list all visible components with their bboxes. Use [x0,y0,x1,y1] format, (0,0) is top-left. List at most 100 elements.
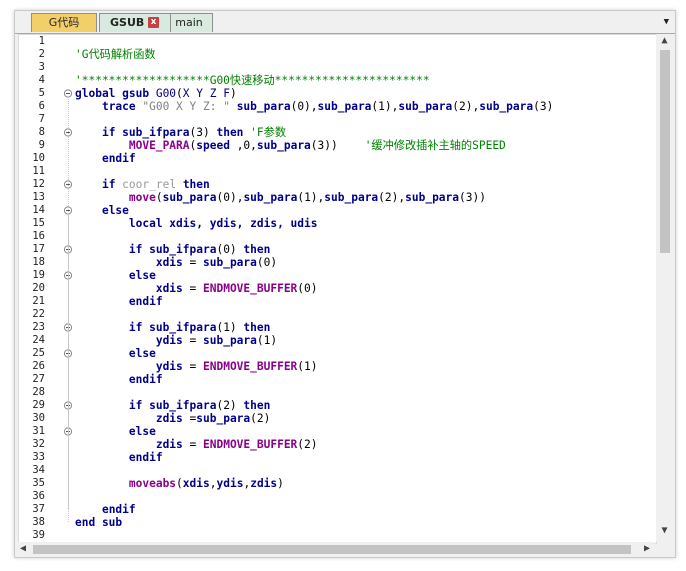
code-token: sub_para [405,191,460,204]
vertical-scrollbar[interactable]: ▲ ▼ [656,34,673,542]
code-line[interactable]: 27 endif [19,373,656,386]
code-line[interactable]: 2 'G代码解析函数 [19,48,656,61]
code-token: = [182,282,203,295]
code-line[interactable]: 1 [19,35,656,48]
code-line[interactable]: 12 if coor_rel then [19,178,656,191]
code-editor[interactable]: 1 2 'G代码解析函数 3 4 '*******************G00快速移动*… [18,34,657,544]
code-token: zdis [155,438,183,451]
line-number: 11 [32,165,45,177]
line-number: 29 [32,399,45,411]
code-token: coor_rel [122,178,177,191]
code-line[interactable]: 30 zdis =sub_para(2) [19,412,656,425]
code-line[interactable]: 7 [19,113,656,126]
code-line[interactable]: 4 '*******************G00快速移动************… [19,74,656,87]
code-token: then [243,243,271,256]
code-token: , [209,477,217,490]
code-line[interactable]: 8 if sub_ifpara(3) then 'F参数 [19,126,656,139]
code-line[interactable]: 22 [19,308,656,321]
code-line[interactable]: 34 [19,464,656,477]
code-token: ) [277,477,284,490]
line-number: 10 [32,152,45,164]
code-line[interactable]: 17 if sub_ifpara(0) then [19,243,656,256]
code-line[interactable]: 14 else [19,204,656,217]
code-token: sub_para [324,191,379,204]
code-line[interactable]: 6 trace "G00 X Y Z: " sub_para(0),sub_pa… [19,100,656,113]
code-token: else [101,204,129,217]
code-text: ydis = sub_para(1) [75,334,277,347]
fold-guide [68,435,69,457]
code-token: zdis [250,477,278,490]
close-icon[interactable]: x [148,17,159,28]
code-token: global gsub [75,87,156,100]
line-number: 31 [32,425,45,437]
code-line[interactable]: 26 ydis = ENDMOVE_BUFFER(1) [19,360,656,373]
code-line[interactable]: 24 ydis = sub_para(1) [19,334,656,347]
horizontal-scrollbar[interactable]: ◀ ▶ [18,542,655,556]
tab-main[interactable]: main [165,13,213,32]
code-line[interactable]: 38 end sub [19,516,656,529]
code-line[interactable]: 33 endif [19,451,656,464]
code-token: = [182,412,197,425]
code-line[interactable]: 13 move(sub_para(0),sub_para(1),sub_para… [19,191,656,204]
code-line[interactable]: 23 if sub_ifpara(1) then [19,321,656,334]
code-token: '缓冲修改插补主轴的SPEED [364,139,506,152]
tab-gsub[interactable]: GSUB x [99,13,171,32]
code-text: MOVE_PARA(speed ,0,sub_para(3)) '缓冲修改插补主… [75,139,506,152]
line-number: 37 [32,503,45,515]
code-line[interactable]: 3 [19,61,656,74]
code-line[interactable]: 37 endif [19,503,656,516]
scroll-up-icon[interactable]: ▲ [656,35,673,46]
code-token: (3)) [459,191,486,204]
code-token: if sub_ifpara [128,321,217,334]
code-line[interactable]: 9 MOVE_PARA(speed ,0,sub_para(3)) '缓冲修改插… [19,139,656,152]
code-token: ) [229,87,237,100]
code-token: 'F参数 [250,126,287,139]
code-line[interactable]: 36 [19,490,656,503]
code-line[interactable]: 31 else [19,425,656,438]
code-token: ydis [155,360,183,373]
code-line[interactable]: 16 [19,230,656,243]
tab-list-dropdown-icon[interactable]: ▼ [664,17,669,27]
code-line[interactable]: 21 endif [19,295,656,308]
scroll-down-icon[interactable]: ▼ [656,525,673,536]
code-line[interactable]: 28 [19,386,656,399]
code-line[interactable]: 19 else [19,269,656,282]
code-line[interactable]: 25 else [19,347,656,360]
line-number: 12 [32,178,45,190]
code-token: "G00 X Y Z: " [142,100,230,113]
code-token: (2) [250,412,271,425]
code-token: else [128,425,156,438]
code-token: (3)) [310,139,365,152]
horizontal-scroll-thumb[interactable] [33,545,631,554]
line-number: 15 [32,217,45,229]
code-text: moveabs(xdis,ydis,zdis) [75,477,284,490]
tab-gcode[interactable]: G代码 [31,13,97,32]
code-line[interactable]: 35 moveabs(xdis,ydis,zdis) [19,477,656,490]
fold-guide [68,188,69,210]
code-token: ( [155,191,163,204]
code-line[interactable]: 29 if sub_ifpara(2) then [19,399,656,412]
code-line[interactable]: 39 [19,529,656,542]
vertical-scroll-thumb[interactable] [660,50,670,253]
line-number: 34 [32,464,45,476]
code-line[interactable]: 15 local xdis, ydis, zdis, udis [19,217,656,230]
code-line[interactable]: 32 zdis = ENDMOVE_BUFFER(2) [19,438,656,451]
code-line[interactable]: 5 global gsub G00(X Y Z F) [19,87,656,100]
code-text: if sub_ifpara(1) then [75,321,270,334]
code-line[interactable]: 11 [19,165,656,178]
scroll-left-icon[interactable]: ◀ [16,543,30,554]
line-number: 8 [38,126,45,138]
code-line[interactable]: 20 xdis = ENDMOVE_BUFFER(0) [19,282,656,295]
scroll-right-icon[interactable]: ▶ [640,543,654,554]
code-line[interactable]: 18 xdis = sub_para(0) [19,256,656,269]
code-line[interactable]: 10 endif [19,152,656,165]
code-token: (2), [452,100,480,113]
